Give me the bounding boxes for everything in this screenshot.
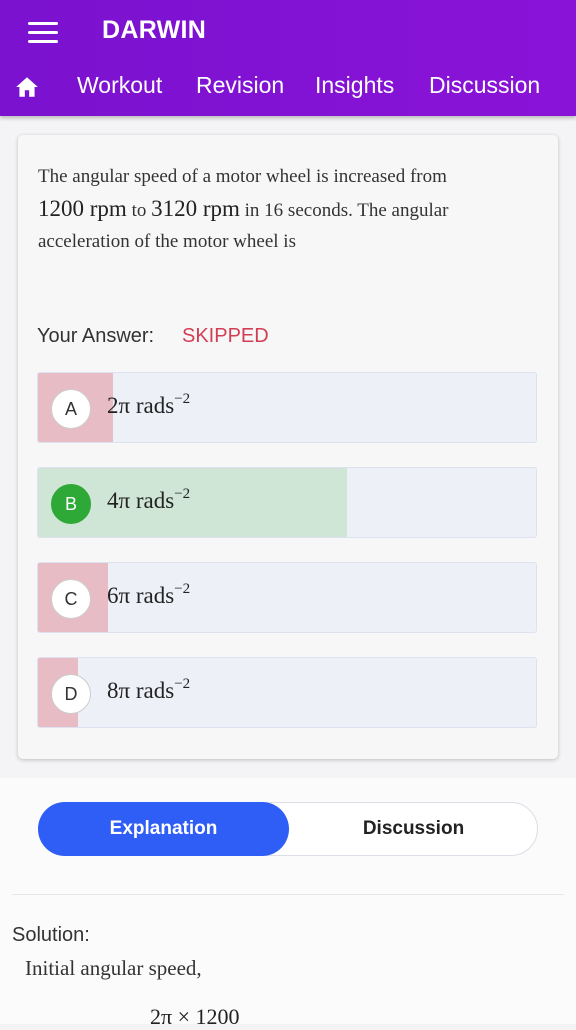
solution-formula: 2π × 1200: [150, 1004, 240, 1029]
option-letter: C: [51, 579, 91, 619]
app-header: DARWIN Workout Revision Insights Discuss…: [0, 0, 576, 116]
option-letter: B: [51, 484, 91, 524]
option-d[interactable]: D 8π rads−2: [37, 657, 537, 728]
discussion-tab[interactable]: Discussion: [288, 802, 539, 856]
explanation-panel: Explanation Discussion Solution: Initial…: [0, 778, 576, 1029]
option-b[interactable]: B 4π rads−2: [37, 467, 537, 538]
home-icon[interactable]: [14, 74, 40, 100]
tab-discussion[interactable]: Discussion: [429, 72, 540, 99]
option-c[interactable]: C 6π rads−2: [37, 562, 537, 633]
solution-text: Initial angular speed,: [25, 956, 202, 980]
question-text: The angular speed of a motor wheel is in…: [38, 166, 449, 252]
option-letter: A: [51, 389, 91, 429]
option-a[interactable]: A 2π rads−2: [37, 372, 537, 443]
tab-workout[interactable]: Workout: [77, 72, 162, 99]
view-toggle: Explanation Discussion: [38, 802, 538, 856]
option-text: 8π rads−2: [107, 676, 191, 703]
your-answer-label: Your Answer:: [37, 325, 155, 347]
option-text: 6π rads−2: [107, 581, 191, 608]
menu-icon[interactable]: [28, 22, 58, 44]
tab-revision[interactable]: Revision: [196, 72, 284, 99]
question-card: The angular speed of a motor wheel is in…: [18, 135, 558, 759]
app-title: DARWIN: [102, 16, 207, 44]
option-text: 4π rads−2: [107, 486, 191, 513]
option-text: 2π rads−2: [107, 391, 191, 418]
explanation-tab[interactable]: Explanation: [38, 802, 289, 856]
solution-label: Solution:: [12, 924, 90, 946]
option-letter: D: [51, 674, 91, 714]
tab-insights[interactable]: Insights: [315, 72, 394, 99]
answer-status: SKIPPED: [182, 325, 269, 347]
divider: [12, 894, 564, 895]
